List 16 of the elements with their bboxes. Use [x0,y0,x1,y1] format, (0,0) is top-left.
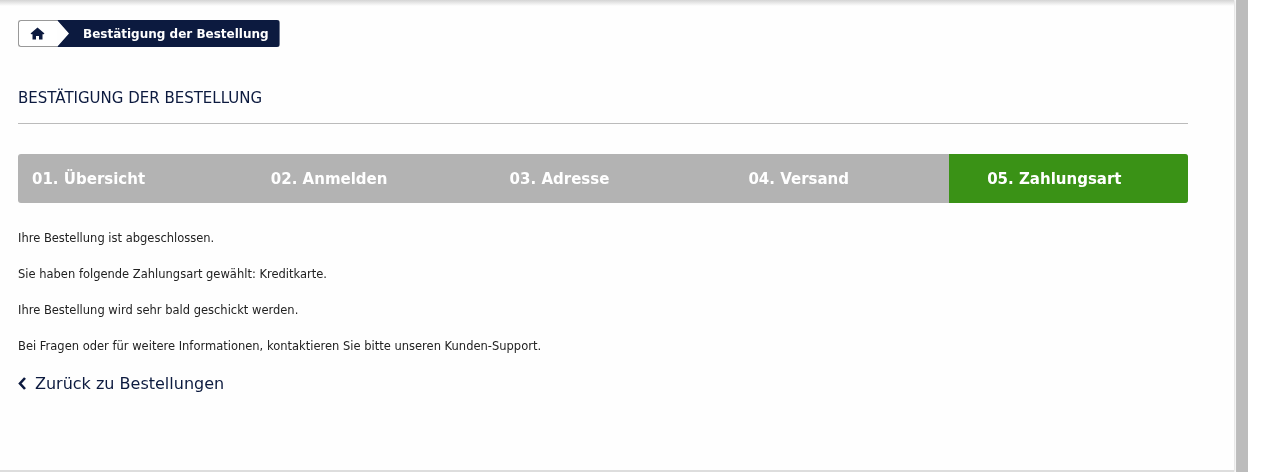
checkout-step: 03. Adresse [471,154,711,203]
scrollbar[interactable] [1236,0,1248,472]
message-text: Bei Fragen oder für weitere Informationen, kontaktieren Sie bitte unseren Kunden-Support. [18,339,543,354]
page-heading: BESTÄTIGUNG DER BESTELLUNG [18,89,264,107]
chevron-left-icon [18,377,27,390]
message-text: Ihre Bestellung wird sehr bald geschickt werden. [18,303,300,318]
checkout-step: 05. Zahlungsart [949,154,1188,203]
back-link[interactable]: Zurück zu Bestellungen [18,374,225,393]
home-breadcrumb[interactable] [18,20,57,47]
checkout-step: 04. Versand [710,154,950,203]
breadcrumb-current: Bestätigung der Bestellung [57,20,280,47]
home-icon [30,27,45,40]
checkout-step: 02. Anmelden [232,154,472,203]
checkout-step: 01. Übersicht [18,154,233,203]
message-text: Ihre Bestellung ist abgeschlossen. [18,231,216,246]
message-text: Sie haben folgende Zahlungsart gewählt: Kreditkarte. [18,267,328,282]
